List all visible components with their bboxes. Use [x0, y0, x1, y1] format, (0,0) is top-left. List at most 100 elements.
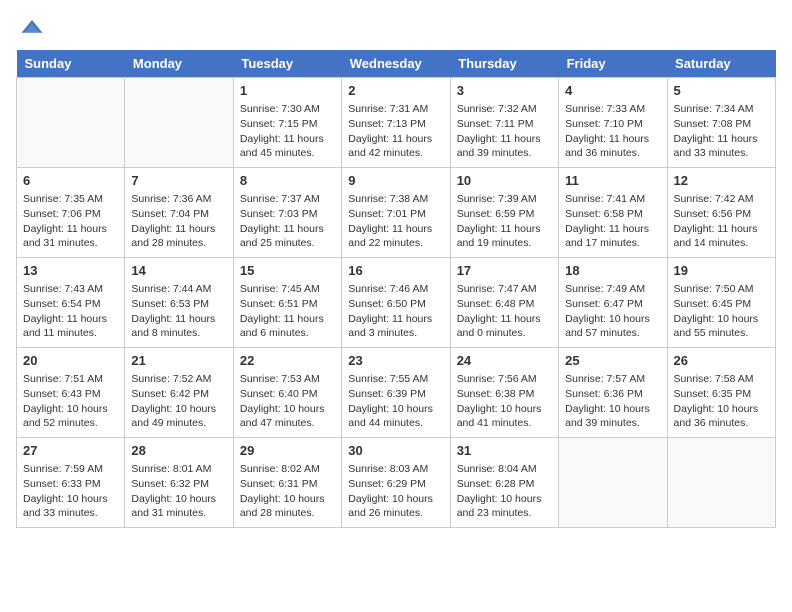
day-info: Sunrise: 7:32 AM Sunset: 7:11 PM Dayligh…	[457, 102, 552, 161]
day-info: Sunrise: 7:39 AM Sunset: 6:59 PM Dayligh…	[457, 192, 552, 251]
calendar-cell	[667, 438, 775, 528]
calendar-cell: 6 Sunrise: 7:35 AM Sunset: 7:06 PM Daylig…	[17, 168, 125, 258]
day-number: 14	[131, 262, 226, 280]
day-number: 4	[565, 82, 660, 100]
day-of-week-header: Sunday	[17, 50, 125, 78]
day-number: 1	[240, 82, 335, 100]
calendar-cell: 17 Sunrise: 7:47 AM Sunset: 6:48 PM Dayli…	[450, 258, 558, 348]
day-info: Sunrise: 7:47 AM Sunset: 6:48 PM Dayligh…	[457, 282, 552, 341]
day-info: Sunrise: 7:34 AM Sunset: 7:08 PM Dayligh…	[674, 102, 769, 161]
day-info: Sunrise: 7:33 AM Sunset: 7:10 PM Dayligh…	[565, 102, 660, 161]
week-row: 27 Sunrise: 7:59 AM Sunset: 6:33 PM Dayli…	[17, 438, 776, 528]
calendar-cell: 23 Sunrise: 7:55 AM Sunset: 6:39 PM Dayli…	[342, 348, 450, 438]
day-number: 25	[565, 352, 660, 370]
day-number: 10	[457, 172, 552, 190]
calendar-cell: 10 Sunrise: 7:39 AM Sunset: 6:59 PM Dayli…	[450, 168, 558, 258]
day-info: Sunrise: 8:03 AM Sunset: 6:29 PM Dayligh…	[348, 462, 443, 521]
week-row: 20Sunrise: 7:51 AM Sunset: 6:43 PM Dayli…	[17, 348, 776, 438]
day-of-week-header: Tuesday	[233, 50, 341, 78]
day-info: Sunrise: 7:55 AM Sunset: 6:39 PM Dayligh…	[348, 372, 443, 431]
day-info: Sunrise: 7:43 AM Sunset: 6:54 PM Dayligh…	[23, 282, 118, 341]
calendar-cell: 18 Sunrise: 7:49 AM Sunset: 6:47 PM Dayli…	[559, 258, 667, 348]
calendar-cell: 3 Sunrise: 7:32 AM Sunset: 7:11 PM Daylig…	[450, 78, 558, 168]
week-row: 13 Sunrise: 7:43 AM Sunset: 6:54 PM Dayli…	[17, 258, 776, 348]
calendar-cell	[17, 78, 125, 168]
day-info: Sunrise: 7:49 AM Sunset: 6:47 PM Dayligh…	[565, 282, 660, 341]
day-info: Sunrise: 7:58 AM Sunset: 6:35 PM Dayligh…	[674, 372, 769, 431]
day-info: Sunrise: 7:45 AM Sunset: 6:51 PM Dayligh…	[240, 282, 335, 341]
day-number: 30	[348, 442, 443, 460]
calendar-cell: 31Sunrise: 8:04 AM Sunset: 6:28 PM Dayli…	[450, 438, 558, 528]
day-of-week-header: Saturday	[667, 50, 775, 78]
day-info: Sunrise: 7:53 AM Sunset: 6:40 PM Dayligh…	[240, 372, 335, 431]
calendar-cell: 13 Sunrise: 7:43 AM Sunset: 6:54 PM Dayli…	[17, 258, 125, 348]
week-row: 1 Sunrise: 7:30 AM Sunset: 7:15 PM Daylig…	[17, 78, 776, 168]
day-info: Sunrise: 8:02 AM Sunset: 6:31 PM Dayligh…	[240, 462, 335, 521]
day-info: Sunrise: 7:46 AM Sunset: 6:50 PM Dayligh…	[348, 282, 443, 341]
day-info: Sunrise: 7:30 AM Sunset: 7:15 PM Dayligh…	[240, 102, 335, 161]
calendar-cell: 16 Sunrise: 7:46 AM Sunset: 6:50 PM Dayli…	[342, 258, 450, 348]
calendar-cell: 27 Sunrise: 7:59 AM Sunset: 6:33 PM Dayli…	[17, 438, 125, 528]
calendar-cell: 15 Sunrise: 7:45 AM Sunset: 6:51 PM Dayli…	[233, 258, 341, 348]
calendar-cell: 24 Sunrise: 7:56 AM Sunset: 6:38 PM Dayli…	[450, 348, 558, 438]
day-number: 23	[348, 352, 443, 370]
day-of-week-header: Wednesday	[342, 50, 450, 78]
day-number: 29	[240, 442, 335, 460]
calendar-cell: 22 Sunrise: 7:53 AM Sunset: 6:40 PM Dayli…	[233, 348, 341, 438]
calendar-cell: 29 Sunrise: 8:02 AM Sunset: 6:31 PM Dayli…	[233, 438, 341, 528]
day-number: 13	[23, 262, 118, 280]
day-number: 19	[674, 262, 769, 280]
calendar-cell	[559, 438, 667, 528]
day-number: 3	[457, 82, 552, 100]
calendar-cell	[125, 78, 233, 168]
day-number: 6	[23, 172, 118, 190]
calendar-cell: 2Sunrise: 7:31 AM Sunset: 7:13 PM Daylig…	[342, 78, 450, 168]
week-row: 6 Sunrise: 7:35 AM Sunset: 7:06 PM Daylig…	[17, 168, 776, 258]
calendar-cell: 1 Sunrise: 7:30 AM Sunset: 7:15 PM Daylig…	[233, 78, 341, 168]
day-info: Sunrise: 7:57 AM Sunset: 6:36 PM Dayligh…	[565, 372, 660, 431]
calendar-cell: 4 Sunrise: 7:33 AM Sunset: 7:10 PM Daylig…	[559, 78, 667, 168]
day-number: 15	[240, 262, 335, 280]
calendar-cell: 25 Sunrise: 7:57 AM Sunset: 6:36 PM Dayli…	[559, 348, 667, 438]
day-number: 17	[457, 262, 552, 280]
day-number: 24	[457, 352, 552, 370]
day-number: 16	[348, 262, 443, 280]
calendar-cell: 9 Sunrise: 7:38 AM Sunset: 7:01 PM Daylig…	[342, 168, 450, 258]
calendar-cell: 21Sunrise: 7:52 AM Sunset: 6:42 PM Dayli…	[125, 348, 233, 438]
page-header	[16, 16, 776, 40]
day-info: Sunrise: 8:04 AM Sunset: 6:28 PM Dayligh…	[457, 462, 552, 521]
calendar-cell: 11Sunrise: 7:41 AM Sunset: 6:58 PM Dayli…	[559, 168, 667, 258]
day-info: Sunrise: 7:38 AM Sunset: 7:01 PM Dayligh…	[348, 192, 443, 251]
day-info: Sunrise: 7:56 AM Sunset: 6:38 PM Dayligh…	[457, 372, 552, 431]
day-of-week-header: Friday	[559, 50, 667, 78]
day-number: 28	[131, 442, 226, 460]
day-info: Sunrise: 7:36 AM Sunset: 7:04 PM Dayligh…	[131, 192, 226, 251]
logo-icon	[20, 16, 44, 40]
calendar-cell: 8 Sunrise: 7:37 AM Sunset: 7:03 PM Daylig…	[233, 168, 341, 258]
day-of-week-header: Monday	[125, 50, 233, 78]
day-number: 12	[674, 172, 769, 190]
calendar-cell: 30 Sunrise: 8:03 AM Sunset: 6:29 PM Dayli…	[342, 438, 450, 528]
calendar-header-row: SundayMondayTuesdayWednesdayThursdayFrid…	[17, 50, 776, 78]
day-number: 26	[674, 352, 769, 370]
day-number: 8	[240, 172, 335, 190]
day-number: 27	[23, 442, 118, 460]
calendar-cell: 12 Sunrise: 7:42 AM Sunset: 6:56 PM Dayli…	[667, 168, 775, 258]
day-info: Sunrise: 7:41 AM Sunset: 6:58 PM Dayligh…	[565, 192, 660, 251]
day-info: Sunrise: 7:59 AM Sunset: 6:33 PM Dayligh…	[23, 462, 118, 521]
day-number: 7	[131, 172, 226, 190]
day-info: Sunrise: 7:37 AM Sunset: 7:03 PM Dayligh…	[240, 192, 335, 251]
day-number: 2	[348, 82, 443, 100]
day-info: Sunrise: 7:51 AM Sunset: 6:43 PM Dayligh…	[23, 372, 118, 431]
day-number: 9	[348, 172, 443, 190]
day-info: Sunrise: 7:50 AM Sunset: 6:45 PM Dayligh…	[674, 282, 769, 341]
day-number: 22	[240, 352, 335, 370]
day-info: Sunrise: 7:44 AM Sunset: 6:53 PM Dayligh…	[131, 282, 226, 341]
day-info: Sunrise: 7:52 AM Sunset: 6:42 PM Dayligh…	[131, 372, 226, 431]
calendar-cell: 28Sunrise: 8:01 AM Sunset: 6:32 PM Dayli…	[125, 438, 233, 528]
day-number: 18	[565, 262, 660, 280]
calendar-table: SundayMondayTuesdayWednesdayThursdayFrid…	[16, 50, 776, 528]
day-info: Sunrise: 7:35 AM Sunset: 7:06 PM Dayligh…	[23, 192, 118, 251]
logo	[16, 16, 44, 40]
day-info: Sunrise: 7:42 AM Sunset: 6:56 PM Dayligh…	[674, 192, 769, 251]
